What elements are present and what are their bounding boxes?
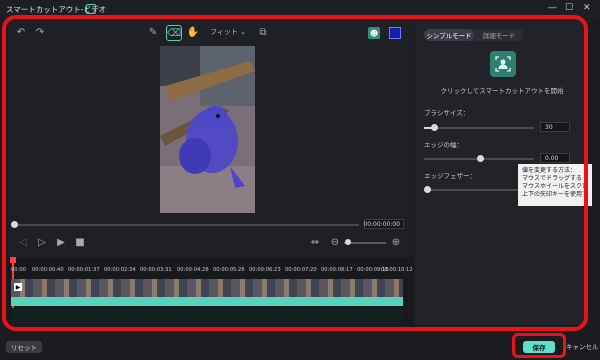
preview-image [160, 46, 255, 213]
mask-track[interactable] [11, 308, 403, 324]
playback-scrubber[interactable] [14, 224, 359, 226]
edge-feather-label: エッジフェザー： [424, 172, 476, 180]
zoom-fit-dropdown[interactable]: フィット ⌄ [210, 27, 246, 37]
brush-size-input[interactable]: 30 [540, 122, 570, 132]
play-icon[interactable]: ▶ [54, 235, 68, 249]
video-clip-bar[interactable] [11, 297, 403, 306]
tick-label: 00:00:03:31 [140, 267, 172, 273]
fit-timeline-icon[interactable]: ⇔ [308, 235, 322, 249]
stop-icon[interactable]: ■ [73, 235, 87, 249]
footer-bar [0, 331, 600, 360]
playhead-handle[interactable] [10, 257, 16, 263]
cutout-person-icon [495, 56, 511, 72]
current-time: 00:00:00:00 [363, 219, 404, 229]
tooltip-line: 値を変更する方法： [522, 167, 577, 174]
scrubber-thumb[interactable] [11, 221, 18, 228]
video-preview[interactable] [160, 46, 255, 213]
timeline-zoom-thumb[interactable] [345, 239, 351, 245]
tick-label: 00:00:10:12 [381, 267, 413, 273]
mask-color-swatch[interactable] [389, 27, 401, 39]
brush-size-slider[interactable] [424, 127, 534, 129]
screenshot-icon[interactable]: ⧉ [256, 25, 270, 39]
tooltip-line: マウスホイールをスクロールする [522, 183, 588, 190]
brand-icon [86, 4, 96, 14]
tick-label: 00:00:00:40 [32, 267, 64, 273]
tick-label: 00:00:02:34 [104, 267, 136, 273]
edge-width-input[interactable]: 0.00 [540, 153, 570, 163]
maximize-icon[interactable]: ☐ [565, 3, 573, 13]
minimize-icon[interactable]: — [548, 3, 557, 13]
tick-label: 00:00:07:20 [285, 267, 317, 273]
tick-label: 00:00:08:17 [321, 267, 353, 273]
next-frame-icon[interactable]: ▷ [35, 235, 49, 249]
edge-feather-slider[interactable] [424, 189, 519, 191]
brush-size-thumb[interactable] [431, 124, 438, 131]
brush-size-label: ブラシサイズ： [424, 109, 470, 117]
edge-feather-thumb[interactable] [424, 186, 431, 193]
edge-width-thumb[interactable] [477, 155, 484, 162]
hand-icon[interactable]: ✋ [186, 25, 200, 39]
magic-brush-icon[interactable]: ✎ [146, 25, 160, 39]
cutout-hint: クリックしてスマートカットアウトを開始 [440, 87, 564, 95]
zoom-fit-label: フィット [210, 28, 238, 36]
video-clip-thumbnails[interactable] [11, 279, 403, 297]
eraser-icon[interactable]: ⌫ [166, 25, 182, 41]
undo-icon[interactable]: ↶ [14, 25, 28, 39]
clip-play-icon: ▶ [14, 283, 22, 291]
prev-frame-icon[interactable]: ◁ [16, 235, 30, 249]
reset-button[interactable]: リセット [6, 341, 42, 353]
tooltip-line: マウスでドラッグする [522, 175, 583, 182]
redo-icon[interactable]: ↷ [33, 25, 47, 39]
person-view-icon[interactable]: ☻ [368, 27, 380, 39]
tick-label: 00:00:04:28 [177, 267, 209, 273]
slider-tooltip: 値を変更する方法： マウスでドラッグする マウスホイールをスクロールする 上下の… [518, 164, 592, 206]
tab-simple-mode[interactable]: シンプルモード [424, 29, 474, 41]
smart-cutout-button[interactable] [490, 51, 516, 77]
tab-advanced-mode[interactable]: 詳細モード [474, 29, 524, 41]
save-button[interactable]: 保存 [523, 341, 555, 353]
zoom-out-icon[interactable]: ⊖ [328, 235, 342, 249]
tick-label: 00:00:05:26 [213, 267, 245, 273]
tick-label: 00:00:01:37 [68, 267, 100, 273]
cancel-button[interactable]: キャンセル [566, 341, 599, 351]
tick-label: 00:00 [11, 267, 26, 273]
tick-label: 00:00:06:23 [249, 267, 281, 273]
zoom-in-icon[interactable]: ⊕ [389, 235, 403, 249]
edge-width-label: エッジの幅： [424, 141, 463, 149]
tooltip-line: 上下の矢印キーを使用する [522, 191, 588, 198]
close-icon[interactable]: ✕ [583, 3, 591, 13]
